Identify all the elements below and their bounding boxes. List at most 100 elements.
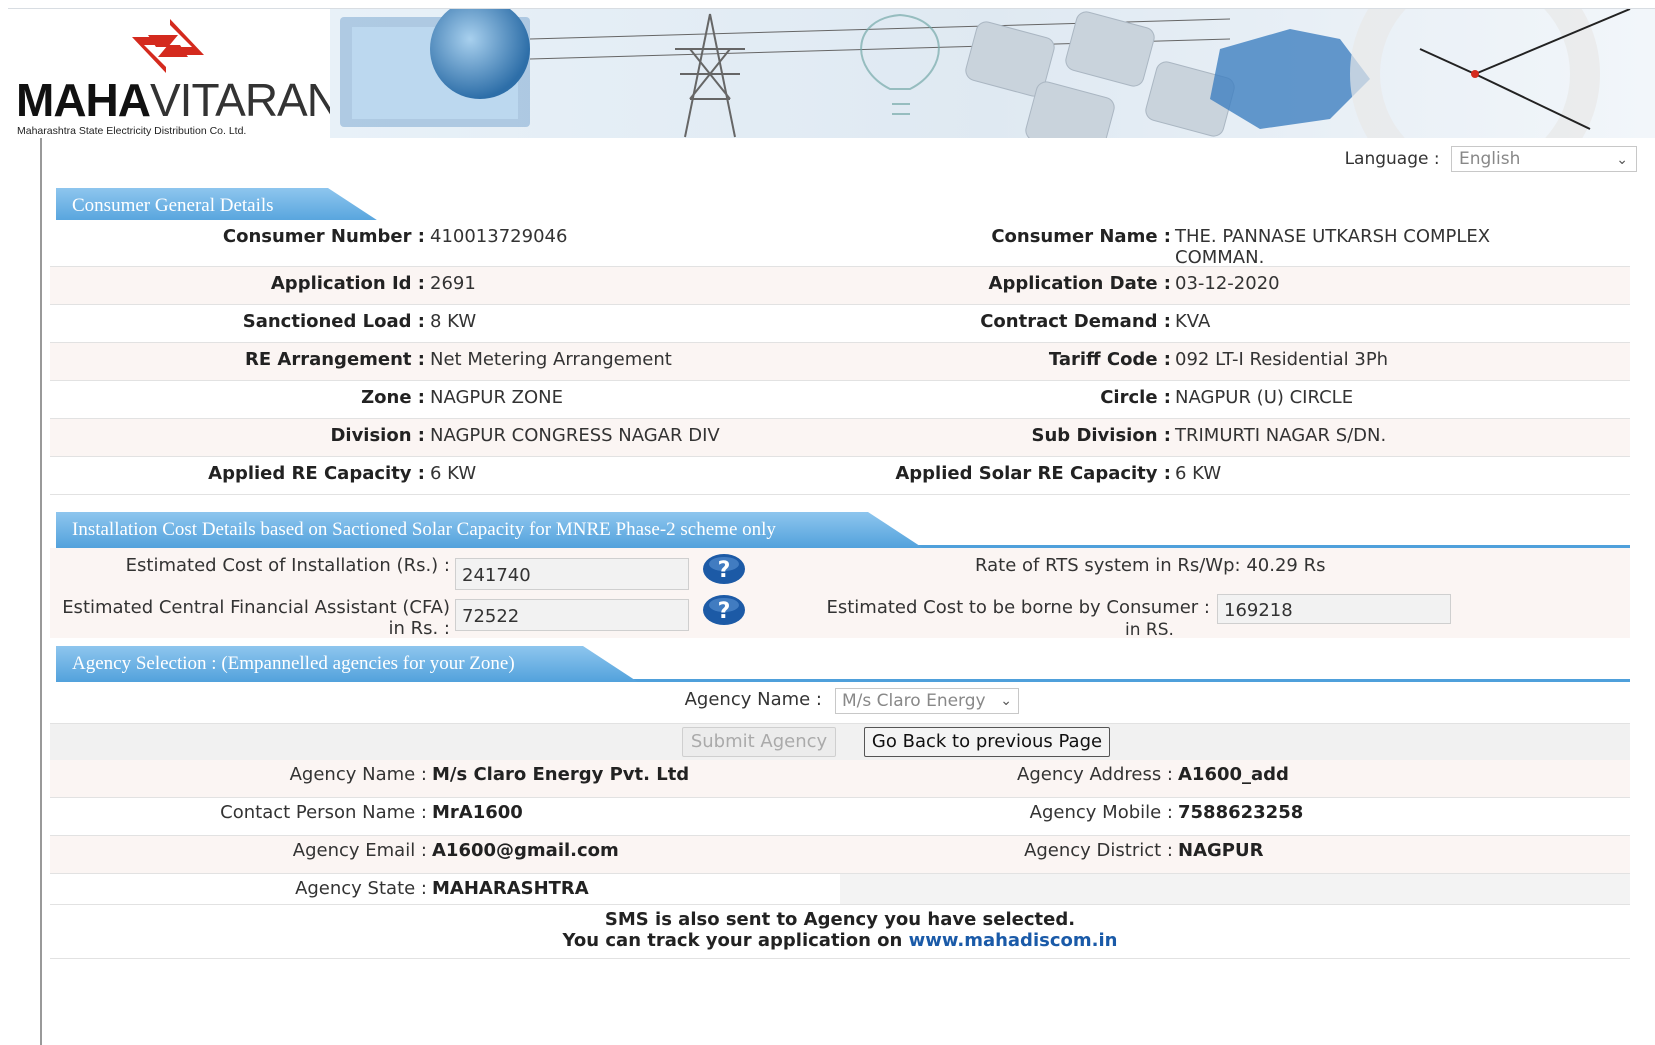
header-banner: MAHAVITARAN Maharashtra State Electricit… xyxy=(8,8,1655,138)
consumer-cost-field[interactable]: 169218 xyxy=(1217,594,1451,624)
agency-select-value: M/s Claro Energy xyxy=(842,691,986,711)
logo-subtitle: Maharashtra State Electricity Distributi… xyxy=(17,125,247,137)
consumer-detail-row: RE Arrangement : Net Metering Arrangement… xyxy=(50,343,1630,381)
agency-field-label: Agency Name : xyxy=(289,764,427,785)
cost-row-cfa: Estimated Central Financial Assistant (C… xyxy=(50,590,1630,640)
submit-agency-button[interactable]: Submit Agency xyxy=(682,727,836,757)
consumer-detail-row: Applied RE Capacity :6 KW Applied Solar R… xyxy=(50,457,1630,495)
consumer-cost-suffix: in RS. xyxy=(1125,620,1174,640)
agency-field-label: Agency District : xyxy=(1024,840,1173,861)
agency-detail-row: Agency Name : M/s Claro Energy Pvt. Ltd Ag… xyxy=(50,760,1630,798)
consumer-field-value: 2691 xyxy=(430,273,476,294)
agency-field-value: NAGPUR xyxy=(1178,840,1264,861)
agency-detail-row: Contact Person Name : MrA1600 Agency Mobil… xyxy=(50,798,1630,836)
consumer-field-label: Zone : xyxy=(361,387,425,408)
agency-field-value: M/s Claro Energy Pvt. Ltd xyxy=(432,764,690,785)
consumer-field-label: Sub Division : xyxy=(1031,425,1171,446)
agency-detail-row: Agency State : MAHARASHTRA xyxy=(50,874,1630,905)
help-icon[interactable]: ? xyxy=(702,553,746,585)
cfa-label-line2: in Rs. : xyxy=(388,618,450,639)
consumer-field-value: 6 KW xyxy=(1175,463,1222,484)
agency-field-value: 7588623258 xyxy=(1178,802,1304,823)
agency-detail-row: Agency Email : A1600@gmail.com Agency Dist… xyxy=(50,836,1630,874)
consumer-field-value: 8 KW xyxy=(430,311,477,332)
language-label: Language : xyxy=(1344,149,1440,169)
consumer-field-value: 092 LT-I Residential 3Ph xyxy=(1175,349,1389,370)
consumer-field-label: Application Id : xyxy=(270,273,425,294)
sms-notice-line2-wrap: You can track your application on www.ma… xyxy=(50,930,1630,951)
agency-field-label: Agency State : xyxy=(295,878,427,899)
svg-text:?: ? xyxy=(718,599,731,624)
cfa-label: Estimated Central Financial Assistant (C… xyxy=(62,597,450,639)
consumer-field-label: Sanctioned Load : xyxy=(242,311,425,332)
consumer-field-value: 6 KW xyxy=(430,463,477,484)
go-back-button[interactable]: Go Back to previous Page xyxy=(864,727,1110,757)
consumer-field-label: Division : xyxy=(330,425,425,446)
agency-field-label: Contact Person Name : xyxy=(220,802,427,823)
consumer-field-label: Tariff Code : xyxy=(1048,349,1171,370)
consumer-field-value: NAGPUR ZONE xyxy=(430,387,564,408)
agency-select[interactable]: M/s Claro Energy ⌄ xyxy=(835,688,1019,714)
consumer-detail-row: Sanctioned Load :8 KW Contract Demand : KV… xyxy=(50,305,1630,343)
empty-cell xyxy=(840,874,1630,904)
consumer-detail-row: Consumer Number :410013729046 Consumer Na… xyxy=(50,220,1630,268)
consumer-detail-row: Zone : NAGPUR ZONE Circle : NAGPUR (U) CIRC… xyxy=(50,381,1630,419)
consumer-field-label: Consumer Number : xyxy=(222,226,425,247)
agency-name-select-label: Agency Name : xyxy=(684,689,822,710)
cfa-label-line1: Estimated Central Financial Assistant (C… xyxy=(62,597,450,618)
rts-rate-text: Rate of RTS system in Rs/Wp: 40.29 Rs xyxy=(975,555,1325,576)
consumer-detail-row: Division : NAGPUR CONGRESS NAGAR DIV Sub D… xyxy=(50,419,1630,457)
chevron-down-icon: ⌄ xyxy=(1616,152,1628,168)
logo-wordmark-bold: MAHA xyxy=(16,74,151,126)
consumer-field-label: RE Arrangement : xyxy=(244,349,425,370)
agency-select-row: Agency Name : M/s Claro Energy ⌄ xyxy=(50,682,1630,724)
cfa-field[interactable]: 72522 xyxy=(455,599,689,631)
consumer-field-value: KVA xyxy=(1175,311,1211,332)
consumer-field-label: Circle : xyxy=(1100,387,1171,408)
estimated-cost-field[interactable]: 241740 xyxy=(455,558,689,590)
agency-field-label: Agency Address : xyxy=(1017,764,1173,785)
cost-section-title: Installation Cost Details based on Sacti… xyxy=(56,512,926,550)
logo-bolt-icon xyxy=(132,19,204,73)
estimated-cost-label: Estimated Cost of Installation (Rs.) : xyxy=(125,555,450,576)
consumer-field-value: NAGPUR (U) CIRCLE xyxy=(1175,387,1354,408)
consumer-field-value: TRIMURTI NAGAR S/DN. xyxy=(1175,425,1387,446)
agency-field-label: Agency Mobile : xyxy=(1029,802,1173,823)
language-selected-value: English xyxy=(1459,149,1521,169)
rts-rate-label: Rate of RTS system in Rs/Wp: xyxy=(975,555,1241,576)
consumer-field-value: 03-12-2020 xyxy=(1175,273,1280,294)
consumer-field-label: Applied Solar RE Capacity : xyxy=(895,463,1171,484)
page: MAHAVITARAN Maharashtra State Electricit… xyxy=(0,0,1655,1045)
consumer-field-value: Net Metering Arrangement xyxy=(430,349,672,370)
consumer-detail-row: Application Id :2691 Application Date :03… xyxy=(50,267,1630,305)
agency-button-row: Submit Agency Go Back to previous Page xyxy=(50,724,1630,760)
sms-notice-line2: You can track your application on xyxy=(562,930,903,951)
help-icon[interactable]: ? xyxy=(702,594,746,626)
consumer-field-label: Applied RE Capacity : xyxy=(208,463,425,484)
chevron-down-icon: ⌄ xyxy=(997,689,1012,713)
mahadiscom-link[interactable]: www.mahadiscom.in xyxy=(909,930,1118,951)
agency-field-value: MrA1600 xyxy=(432,802,523,823)
mahavitaran-logo: MAHAVITARAN Maharashtra State Electricit… xyxy=(8,9,340,138)
logo-wordmark-light: VITARAN xyxy=(149,74,340,126)
agency-field-label: Agency Email : xyxy=(292,840,427,861)
consumer-field-value: THE. PANNASE UTKARSH COMPLEX COMMAN. xyxy=(1175,226,1491,268)
logo-wordmark: MAHAVITARAN xyxy=(16,74,340,126)
content-frame: Language : English ⌄ Consumer General De… xyxy=(40,138,1655,1045)
sms-notice-line1: SMS is also sent to Agency you have sele… xyxy=(604,909,1076,930)
consumer-field-value: 410013729046 xyxy=(430,226,568,247)
agency-field-value: MAHARASHTRA xyxy=(432,878,589,899)
cost-row-installation: Estimated Cost of Installation (Rs.) : 2… xyxy=(50,548,1630,590)
sms-notice: SMS is also sent to Agency you have sele… xyxy=(50,905,1630,959)
language-bar: Language : English ⌄ xyxy=(42,146,1637,172)
consumer-field-label: Contract Demand : xyxy=(980,311,1171,332)
agency-field-value: A1600@gmail.com xyxy=(432,840,619,861)
consumer-cost-label: Estimated Cost to be borne by Consumer : xyxy=(826,597,1210,618)
agency-field-value: A1600_add xyxy=(1178,764,1289,785)
consumer-field-label: Application Date : xyxy=(988,273,1171,294)
language-select[interactable]: English ⌄ xyxy=(1451,146,1637,172)
agency-section-title: Agency Selection : (Empannelled agencies… xyxy=(56,646,641,684)
consumer-field-value: NAGPUR CONGRESS NAGAR DIV xyxy=(430,425,720,446)
consumer-field-label: Consumer Name : xyxy=(991,226,1171,247)
rts-rate-value: 40.29 Rs xyxy=(1246,555,1326,576)
